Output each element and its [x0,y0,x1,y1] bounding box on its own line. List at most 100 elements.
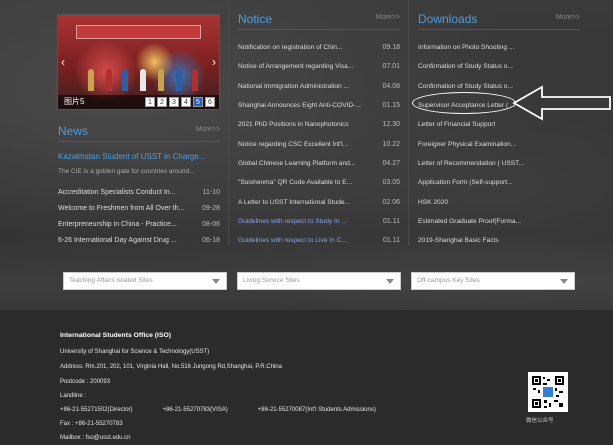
notice-item-title: National Immigration Administration ... [238,82,350,90]
footer-phone-admissions: +86-21-55270087(Int'l Students Admission… [257,407,376,413]
notice-item-date: 12.30 [382,121,400,129]
slider-page-6[interactable]: 6 [205,97,215,107]
downloads-list: Information on Photo Shooting ... Confir… [418,38,580,250]
notice-item-title: Global Chinese Learning Platform and... [238,159,356,167]
news-item-title: Welcome to Freshmen from All Over th... [58,204,185,212]
slider-page-1[interactable]: 1 [145,97,155,107]
slider-prev-arrow-icon[interactable]: ‹ [61,55,65,69]
footer: International Students Office (ISO) Univ… [0,310,613,445]
notice-item[interactable]: A Letter to USST International Stude... 0… [238,192,400,211]
notice-item-title: Notice of Arrangement regarding Visa... [238,63,354,71]
notice-item-date: 02.06 [382,198,400,206]
notice-item-title: Notification on registration of Chin... [238,44,343,52]
footer-phone-visa: +86-21-55270783(VISA) [162,407,228,413]
offcampus-sites-select-value: Off-campus Key Sites [417,277,480,284]
news-item-date: 08-06 [202,220,220,228]
notice-item-title: Shanghai Announces Eight Anti-COVID-... [238,102,361,110]
download-item[interactable]: Confirmation of Study Status o... [418,57,580,76]
download-item[interactable]: Estimated Graduate Proof(Forma... [418,212,580,231]
highlight-ellipse [412,92,516,114]
download-item-title: Estimated Graduate Proof(Forma... [418,217,521,225]
chevron-down-icon [560,279,568,284]
news-item[interactable]: Enterpreneurship in China - Practice... 0… [58,216,220,232]
notice-item[interactable]: Global Chinese Learning Platform and... 0… [238,154,400,173]
footer-landline: Landline : [60,393,87,399]
notice-more-link[interactable]: More>> [376,14,400,21]
notice-item[interactable]: Notice regarding CSC Excellent Int'l... 1… [238,134,400,153]
download-item[interactable]: 2019-Shanghai Basic Facts [418,231,580,250]
notice-item[interactable]: Notification on registration of Chin... 0… [238,38,400,57]
slider-pagination: 1 2 3 4 5 6 [145,97,215,107]
downloads-title: Downloads [418,12,478,26]
news-title: News [58,124,89,138]
living-sites-select[interactable]: Living Service Sites [237,272,401,290]
news-item[interactable]: Welcome to Freshmen from All Over th... 0… [58,200,220,216]
column-divider [228,0,229,245]
notice-item-title: Notice regarding CSC Excellent Int'l... [238,140,349,148]
news-item[interactable]: 6-26 International Day Against Drug ... 0… [58,232,220,248]
notice-item-title: Guidelines with respect to Live In C... [238,237,347,245]
footer-address: Address: Rm.201, 202, 101, Virginia Hall… [60,364,282,370]
notice-item-date: 10.22 [382,140,400,148]
notice-item[interactable]: National Immigration Administration ... 0… [238,77,400,96]
slider-page-3[interactable]: 3 [169,97,179,107]
download-item-title: Letter of Recommendation ( USST... [418,159,524,167]
column-divider [408,0,409,245]
notice-item-title: Guidelines with respect to Study In ... [238,217,347,225]
living-sites-select-value: Living Service Sites [243,277,300,284]
slider-caption: 图片5 [64,97,85,106]
download-item[interactable]: Information on Photo Shooting ... [418,38,580,57]
teaching-sites-select[interactable]: Teaching Affairs related Sites [63,272,227,290]
notice-item-date: 03.05 [382,179,400,187]
notice-item-title: 2021 PhD Positions in Nanophotonics [238,121,349,129]
offcampus-sites-select[interactable]: Off-campus Key Sites [411,272,575,290]
slider-page-4[interactable]: 4 [181,97,191,107]
downloads-more-link[interactable]: More>> [556,14,580,21]
wechat-qr-code [528,372,568,412]
notice-header: Notice More>> [238,12,400,30]
photo-slider[interactable]: ‹ › 图片5 1 2 3 4 5 6 [57,14,220,110]
news-item[interactable]: Accreditation Specialists Conduct In... 1… [58,184,220,200]
download-item[interactable]: Foreigner Physical Examination... [418,134,580,153]
download-item[interactable]: Letter of Recommendation ( USST... [418,154,580,173]
notice-item-date: 01.15 [382,102,400,110]
download-item[interactable]: HSK 2020 [418,192,580,211]
news-feature-title[interactable]: Kazakhstan Student of USST in Charge... [58,152,220,161]
teaching-sites-select-value: Teaching Affairs related Sites [69,277,153,284]
notice-item-date: 07.01 [382,63,400,71]
news-more-link[interactable]: More>> [196,126,220,133]
slider-page-2[interactable]: 2 [157,97,167,107]
news-item-title: Accreditation Specialists Conduct In... [58,188,176,196]
footer-phones: +86-21-55271502(Director) +86-21-5527078… [60,407,406,413]
download-item-title: Confirmation of Study Status o... [418,63,513,71]
notice-item-date: 01.11 [383,237,400,245]
footer-postcode: Postcode : 200093 [60,379,111,385]
slider-next-arrow-icon[interactable]: › [212,55,216,69]
notice-item[interactable]: 2021 PhD Positions in Nanophotonics 12.30 [238,115,400,134]
notice-item[interactable]: Guidelines with respect to Live In C... 0… [238,231,400,250]
download-item-title: Application Form (Self-support... [418,179,513,187]
footer-university: University of Shanghai for Science & Tec… [60,349,210,355]
download-item[interactable]: Application Form (Self-support... [418,173,580,192]
download-item-title: Foreigner Physical Examination... [418,140,517,148]
notice-title: Notice [238,12,273,26]
download-item-title: Information on Photo Shooting ... [418,44,515,52]
notice-item-date: 09.18 [382,44,400,52]
news-item-date: 09-28 [202,204,220,212]
download-item-title: HSK 2020 [418,198,449,206]
slide-banner [76,25,201,39]
qr-caption: 微信公众号 [526,418,554,424]
news-list: Accreditation Specialists Conduct In... 1… [58,184,220,248]
news-item-date: 11-10 [202,188,220,196]
slider-page-5[interactable]: 5 [193,97,203,107]
download-item-title: Letter of Financial Support [418,121,496,129]
notice-item[interactable]: Notice of Arrangement regarding Visa... 0… [238,57,400,76]
notice-item[interactable]: Guidelines with respect to Study In ... 0… [238,212,400,231]
footer-office: International Students Office (ISO) [60,332,172,339]
chevron-down-icon [386,279,394,284]
notice-item-title: "Suishenma" QR Code Available to E... [238,179,353,187]
notice-item-title: A Letter to USST International Stude... [238,198,351,206]
notice-item[interactable]: Shanghai Announces Eight Anti-COVID-... 0… [238,96,400,115]
downloads-header: Downloads More>> [418,12,580,30]
notice-item[interactable]: "Suishenma" QR Code Available to E... 03.… [238,173,400,192]
